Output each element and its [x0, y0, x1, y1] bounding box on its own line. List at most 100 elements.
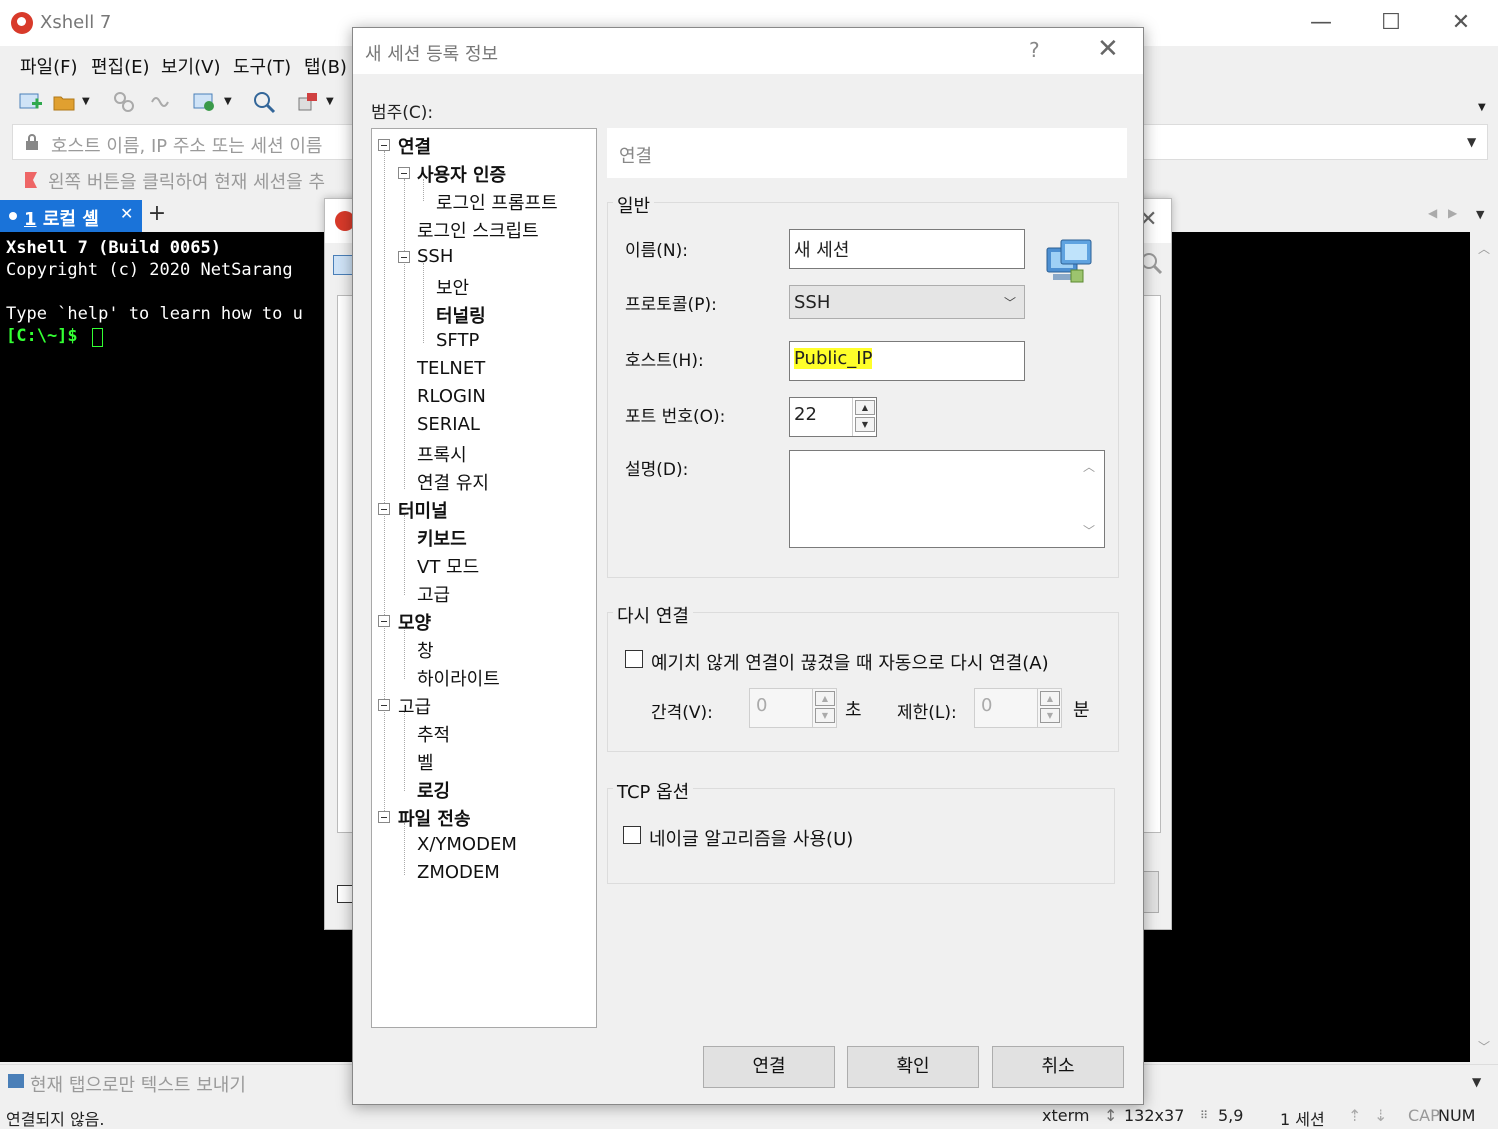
- spin-up-icon[interactable]: ▲: [815, 691, 835, 706]
- collapse-icon[interactable]: [378, 811, 390, 823]
- nagle-checkbox[interactable]: [623, 826, 641, 844]
- interval-spinner[interactable]: ▲ ▼: [812, 689, 836, 727]
- send-dropdown-icon[interactable]: ▼: [1472, 1075, 1481, 1089]
- tree-item-appearance[interactable]: 모양: [398, 609, 431, 635]
- tree-item-keepalive[interactable]: 연결 유지: [417, 469, 489, 495]
- tree-item-keyboard[interactable]: 키보드: [417, 525, 467, 551]
- help-button[interactable]: ?: [1029, 38, 1040, 62]
- tree-item-logging[interactable]: 로깅: [417, 777, 450, 803]
- tree-item-xymodem[interactable]: X/YMODEM: [417, 834, 517, 855]
- tree-item-proxy[interactable]: 프록시: [417, 441, 467, 467]
- tree-item-sftp[interactable]: SFTP: [436, 330, 479, 351]
- interval-value: 0: [756, 695, 768, 716]
- tree-item-window[interactable]: 창: [417, 637, 434, 663]
- collapse-icon[interactable]: [398, 167, 410, 179]
- reconnect-group-title: 다시 연결: [613, 602, 693, 628]
- spin-down-icon[interactable]: ▼: [1040, 708, 1060, 723]
- minimize-button[interactable]: —: [1306, 8, 1336, 38]
- dialog-titlebar: 새 세션 등록 정보 ? ✕: [353, 28, 1143, 74]
- reconnect-group: [607, 612, 1119, 752]
- tree-item-trace[interactable]: 추적: [417, 721, 450, 747]
- tree-item-bell[interactable]: 벨: [417, 749, 434, 775]
- cancel-button[interactable]: 취소: [992, 1046, 1124, 1088]
- spin-down-icon[interactable]: ▼: [815, 708, 835, 723]
- close-button[interactable]: ✕: [1446, 8, 1476, 38]
- tab-close-icon[interactable]: ✕: [120, 204, 133, 223]
- connect-button[interactable]: 연결: [703, 1046, 835, 1088]
- tree-item-zmodem[interactable]: ZMODEM: [417, 862, 500, 883]
- tab-scroll-left-icon[interactable]: ◀: [1428, 206, 1437, 220]
- tree-item-terminal[interactable]: 터미널: [398, 497, 448, 523]
- scroll-up-icon[interactable]: ︿: [1478, 240, 1490, 257]
- tab-local-shell[interactable]: 1 로컬 셸 ✕: [0, 200, 142, 232]
- tree-item-file-transfer[interactable]: 파일 전송: [398, 805, 471, 831]
- layout-icon[interactable]: [296, 90, 320, 114]
- spin-down-icon[interactable]: ▼: [855, 417, 875, 432]
- collapse-icon[interactable]: [378, 699, 390, 711]
- tree-item-security[interactable]: 보안: [436, 274, 469, 300]
- tree-item-highlight[interactable]: 하이라이트: [417, 665, 500, 691]
- tree-item-telnet[interactable]: TELNET: [417, 358, 485, 379]
- collapse-icon[interactable]: [378, 503, 390, 515]
- search-icon[interactable]: [252, 90, 276, 114]
- tree-item-rlogin[interactable]: RLOGIN: [417, 386, 486, 407]
- menu-view[interactable]: 보기(V): [161, 53, 220, 79]
- menu-edit[interactable]: 편집(E): [91, 53, 150, 79]
- scroll-down-icon[interactable]: ﹀: [1083, 522, 1095, 539]
- collapse-icon[interactable]: [398, 251, 410, 263]
- collapse-icon[interactable]: [378, 139, 390, 151]
- new-session-icon[interactable]: [18, 90, 42, 114]
- scroll-up-icon[interactable]: ︿: [1083, 458, 1095, 475]
- protocol-select[interactable]: SSH ﹀: [789, 285, 1025, 319]
- tree-item-tunneling[interactable]: 터널링: [436, 302, 486, 328]
- host-input[interactable]: Public_IP: [789, 341, 1025, 381]
- down-arrow-icon[interactable]: ⇣: [1374, 1106, 1387, 1125]
- menu-file[interactable]: 파일(F): [20, 53, 78, 79]
- description-input[interactable]: [789, 450, 1105, 548]
- tree-item-advanced[interactable]: 고급: [398, 693, 431, 719]
- address-input[interactable]: 호스트 이름, IP 주소 또는 세션 이름: [51, 132, 323, 158]
- category-tree[interactable]: 연결 사용자 인증 로그인 프롬프트 로그인 스크립트 SSH 보안 터널링 S…: [371, 128, 597, 1028]
- tree-item-authentication[interactable]: 사용자 인증: [417, 161, 506, 187]
- port-spinner[interactable]: ▲ ▼: [852, 398, 876, 436]
- spin-up-icon[interactable]: ▲: [855, 400, 875, 415]
- tree-item-terminal-advanced[interactable]: 고급: [417, 581, 450, 607]
- port-input[interactable]: 22 ▲ ▼: [789, 397, 877, 437]
- maximize-button[interactable]: ☐: [1376, 8, 1406, 38]
- tab-label: 1 로컬 셸: [24, 209, 99, 230]
- toolbar-overflow-icon[interactable]: ▼: [1478, 102, 1492, 126]
- menu-tools[interactable]: 도구(T): [233, 53, 291, 79]
- bookmark-icon: [22, 170, 42, 190]
- auto-reconnect-label: 예기치 않게 연결이 끊겼을 때 자동으로 다시 연결(A): [651, 653, 1049, 674]
- address-dropdown-icon[interactable]: ▼: [1467, 135, 1476, 149]
- collapse-icon[interactable]: [378, 615, 390, 627]
- tab-list-icon[interactable]: ▼: [1476, 208, 1484, 221]
- name-input[interactable]: 새 세션: [789, 229, 1025, 269]
- terminal-scrollbar[interactable]: ︿ ﹀: [1470, 232, 1498, 1062]
- dialog-close-button[interactable]: ✕: [1097, 34, 1119, 64]
- scroll-down-icon[interactable]: ﹀: [1478, 1038, 1490, 1055]
- tree-item-ssh[interactable]: SSH: [417, 246, 453, 267]
- tree-item-login-prompt[interactable]: 로그인 프롬프트: [436, 189, 558, 215]
- tree-item-connection[interactable]: 연결: [398, 133, 431, 159]
- limit-spinner[interactable]: ▲ ▼: [1037, 689, 1061, 727]
- tab-scroll-right-icon[interactable]: ▶: [1448, 206, 1457, 220]
- chevron-down-icon[interactable]: ▼: [326, 96, 340, 120]
- tree-item-vt-mode[interactable]: VT 모드: [417, 553, 479, 579]
- spin-up-icon[interactable]: ▲: [1040, 691, 1060, 706]
- status-caps: CAP: [1408, 1106, 1440, 1125]
- tree-item-serial[interactable]: SERIAL: [417, 414, 480, 435]
- chevron-down-icon[interactable]: ▼: [224, 96, 238, 120]
- tree-item-login-script[interactable]: 로그인 스크립트: [417, 217, 539, 243]
- properties-icon[interactable]: [192, 90, 216, 114]
- auto-reconnect-checkbox[interactable]: [625, 650, 643, 668]
- chevron-down-icon[interactable]: ▼: [82, 96, 96, 120]
- add-tab-button[interactable]: +: [146, 201, 168, 229]
- open-folder-icon[interactable]: [52, 90, 76, 114]
- limit-input[interactable]: 0 ▲ ▼: [974, 688, 1062, 728]
- ok-button[interactable]: 확인: [847, 1046, 979, 1088]
- send-bar-input[interactable]: 현재 탭으로만 텍스트 보내기: [30, 1071, 246, 1097]
- up-arrow-icon[interactable]: ⇡: [1348, 1106, 1361, 1125]
- menu-tab[interactable]: 탭(B): [304, 53, 347, 79]
- interval-input[interactable]: 0 ▲ ▼: [749, 688, 837, 728]
